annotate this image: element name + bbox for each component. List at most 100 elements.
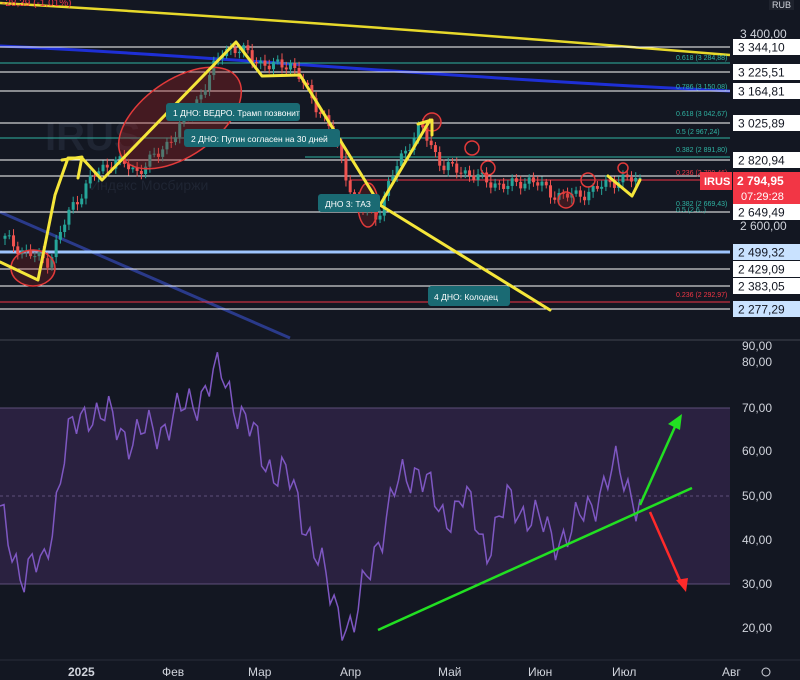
currency-label[interactable]: RUB (768, 0, 794, 10)
candle-body (544, 181, 548, 186)
candle-body (429, 140, 433, 146)
candle-body (293, 62, 297, 68)
rsi-tick: 30,00 (742, 577, 772, 591)
fib-label: 0.382 (2 891,80) (676, 147, 727, 154)
time-label: Май (438, 665, 462, 679)
candle-body (553, 197, 557, 200)
candle-body (523, 183, 527, 189)
svg-text:07:29:28: 07:29:28 (741, 191, 784, 203)
chart-canvas[interactable]: IRUS Индекс Мосбиржи 0.618 (3 284,88) 0.… (0, 0, 800, 680)
svg-text:2 ДНО: Путин согласен на 30 дн: 2 ДНО: Путин согласен на 30 дней (191, 134, 328, 144)
watermark-subtitle: Индекс Мосбиржи (90, 177, 208, 193)
candle-body (531, 177, 535, 183)
rsi-tick: 50,00 (742, 489, 772, 503)
candle-body (289, 62, 293, 70)
candle-body (139, 170, 143, 175)
candle-body (378, 215, 382, 220)
candle-body (578, 190, 582, 197)
candle-body (549, 185, 553, 198)
candle-body (254, 61, 258, 64)
time-label: Авг (722, 665, 741, 679)
candle-body (455, 163, 459, 173)
price-label: 3 344,10 (738, 41, 785, 55)
rsi-tick: 90,00 (742, 339, 772, 353)
candle-body (591, 185, 595, 192)
candle-body (75, 202, 79, 205)
candle-body (536, 182, 540, 186)
candle-body (629, 177, 633, 182)
candle-body (446, 162, 450, 171)
candle-body (472, 175, 476, 181)
price-label: 2 383,05 (738, 280, 785, 294)
rsi-tick: 80,00 (742, 355, 772, 369)
candle-body (101, 164, 105, 172)
candle-body (506, 185, 510, 189)
candle-body (634, 177, 638, 182)
candle-body (510, 178, 514, 186)
candle-body (476, 174, 480, 181)
rsi-tick: 40,00 (742, 533, 772, 547)
candle-body (438, 152, 442, 166)
time-label: Мар (248, 665, 272, 679)
candle-body (246, 45, 250, 51)
fib-label: 0.786 (3 150,08) (676, 84, 727, 91)
candle-body (468, 170, 472, 176)
price-label: 2 277,29 (738, 303, 785, 317)
candle-body (514, 178, 518, 182)
price-label: 2 499,32 (738, 246, 785, 260)
svg-text:4 ДНО: Колодец: 4 ДНО: Колодец (434, 292, 498, 302)
candle-body (621, 174, 625, 183)
candle-body (88, 175, 92, 184)
fib-label: 0.5 (2 6..) (676, 207, 706, 214)
candle-body (12, 235, 16, 247)
price-label: 3 025,89 (738, 117, 785, 131)
candle-body (583, 196, 587, 201)
svg-text:2 794,95: 2 794,95 (737, 174, 784, 188)
price-label: 2 820,94 (738, 154, 785, 168)
fib-label: 0.618 (3 284,88) (676, 55, 727, 62)
time-label: Июн (528, 665, 552, 679)
candle-body (105, 164, 109, 168)
candle-body (502, 183, 506, 189)
candle-body (344, 158, 348, 181)
candle-body (442, 165, 446, 171)
fib-label: 0.236 (2 292,97) (676, 292, 727, 299)
candle-body (92, 175, 96, 177)
candle-body (284, 67, 288, 70)
candle-body (263, 60, 267, 66)
candle-body (463, 170, 467, 174)
rsi-tick: 20,00 (742, 621, 772, 635)
rsi-tick: 60,00 (742, 444, 772, 458)
candle-body (280, 59, 284, 68)
price-label: 3 225,51 (738, 66, 785, 80)
annotation-bottom4: 4 ДНО: Колодец (428, 286, 510, 306)
fib-label: 0.618 (3 042,67) (676, 111, 727, 118)
change-indicator: -28,39 (-1,01%) (2, 0, 72, 9)
candle-body (604, 180, 608, 187)
candle-body (497, 183, 501, 185)
candle-body (84, 183, 88, 199)
annotation-bottom1: 1 ДНО: ВЕДРО. Трамп позвонит (166, 103, 300, 121)
candle-body (433, 145, 437, 153)
time-label: Апр (340, 665, 362, 679)
candle-body (600, 186, 604, 189)
svg-text:IRUS: IRUS (704, 176, 730, 188)
candle-body (237, 51, 241, 54)
price-label: 2 429,09 (738, 263, 785, 277)
candle-body (595, 185, 599, 189)
candle-body (404, 150, 408, 154)
candle-body (71, 202, 75, 210)
candle-body (489, 182, 493, 188)
price-label: 2 649,49 (738, 206, 785, 220)
annotation-bottom3: ДНО 3: ТАЗ (318, 194, 380, 212)
candle-body (233, 47, 237, 54)
candle-body (348, 180, 352, 193)
candle-body (7, 235, 11, 237)
price-label: 3 164,81 (738, 85, 785, 99)
bottom-ellipse (10, 249, 56, 287)
time-label: 2025 (68, 665, 95, 679)
svg-text:1 ДНО: ВЕДРО. Трамп позвонит: 1 ДНО: ВЕДРО. Трамп позвонит (173, 108, 300, 118)
rsi-tick: 70,00 (742, 401, 772, 415)
candle-body (493, 183, 497, 188)
candle-body (574, 190, 578, 194)
